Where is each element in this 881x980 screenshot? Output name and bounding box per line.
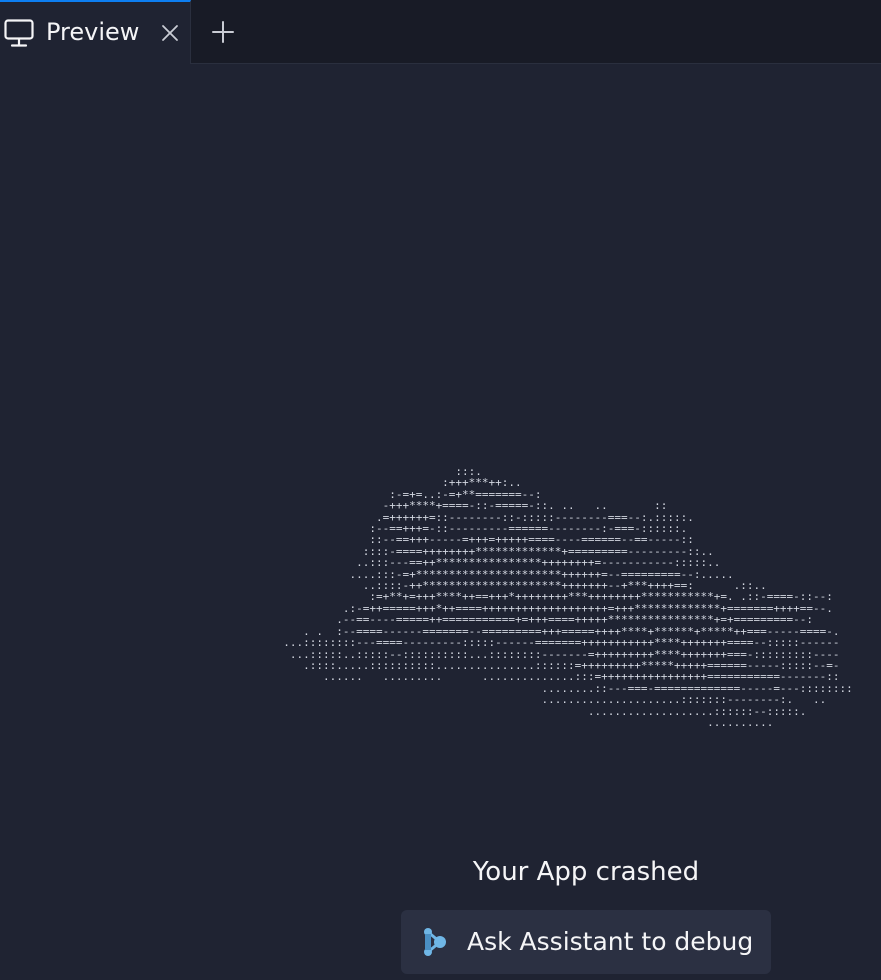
- monitor-icon: [4, 19, 34, 47]
- tab-bar: Preview: [0, 0, 881, 64]
- debug-button-label: Ask Assistant to debug: [467, 927, 754, 956]
- close-icon[interactable]: [160, 23, 180, 43]
- crash-ascii-art: :::. :+++***++:.. :-=+=..:-=+**=======--…: [283, 466, 853, 729]
- crash-message: Your App crashed: [472, 857, 700, 887]
- tab-preview[interactable]: Preview: [0, 0, 191, 64]
- assistant-icon: [424, 928, 446, 956]
- ask-assistant-debug-button[interactable]: Ask Assistant to debug: [401, 910, 771, 974]
- tab-label: Preview: [46, 18, 140, 46]
- plus-icon[interactable]: [210, 19, 236, 45]
